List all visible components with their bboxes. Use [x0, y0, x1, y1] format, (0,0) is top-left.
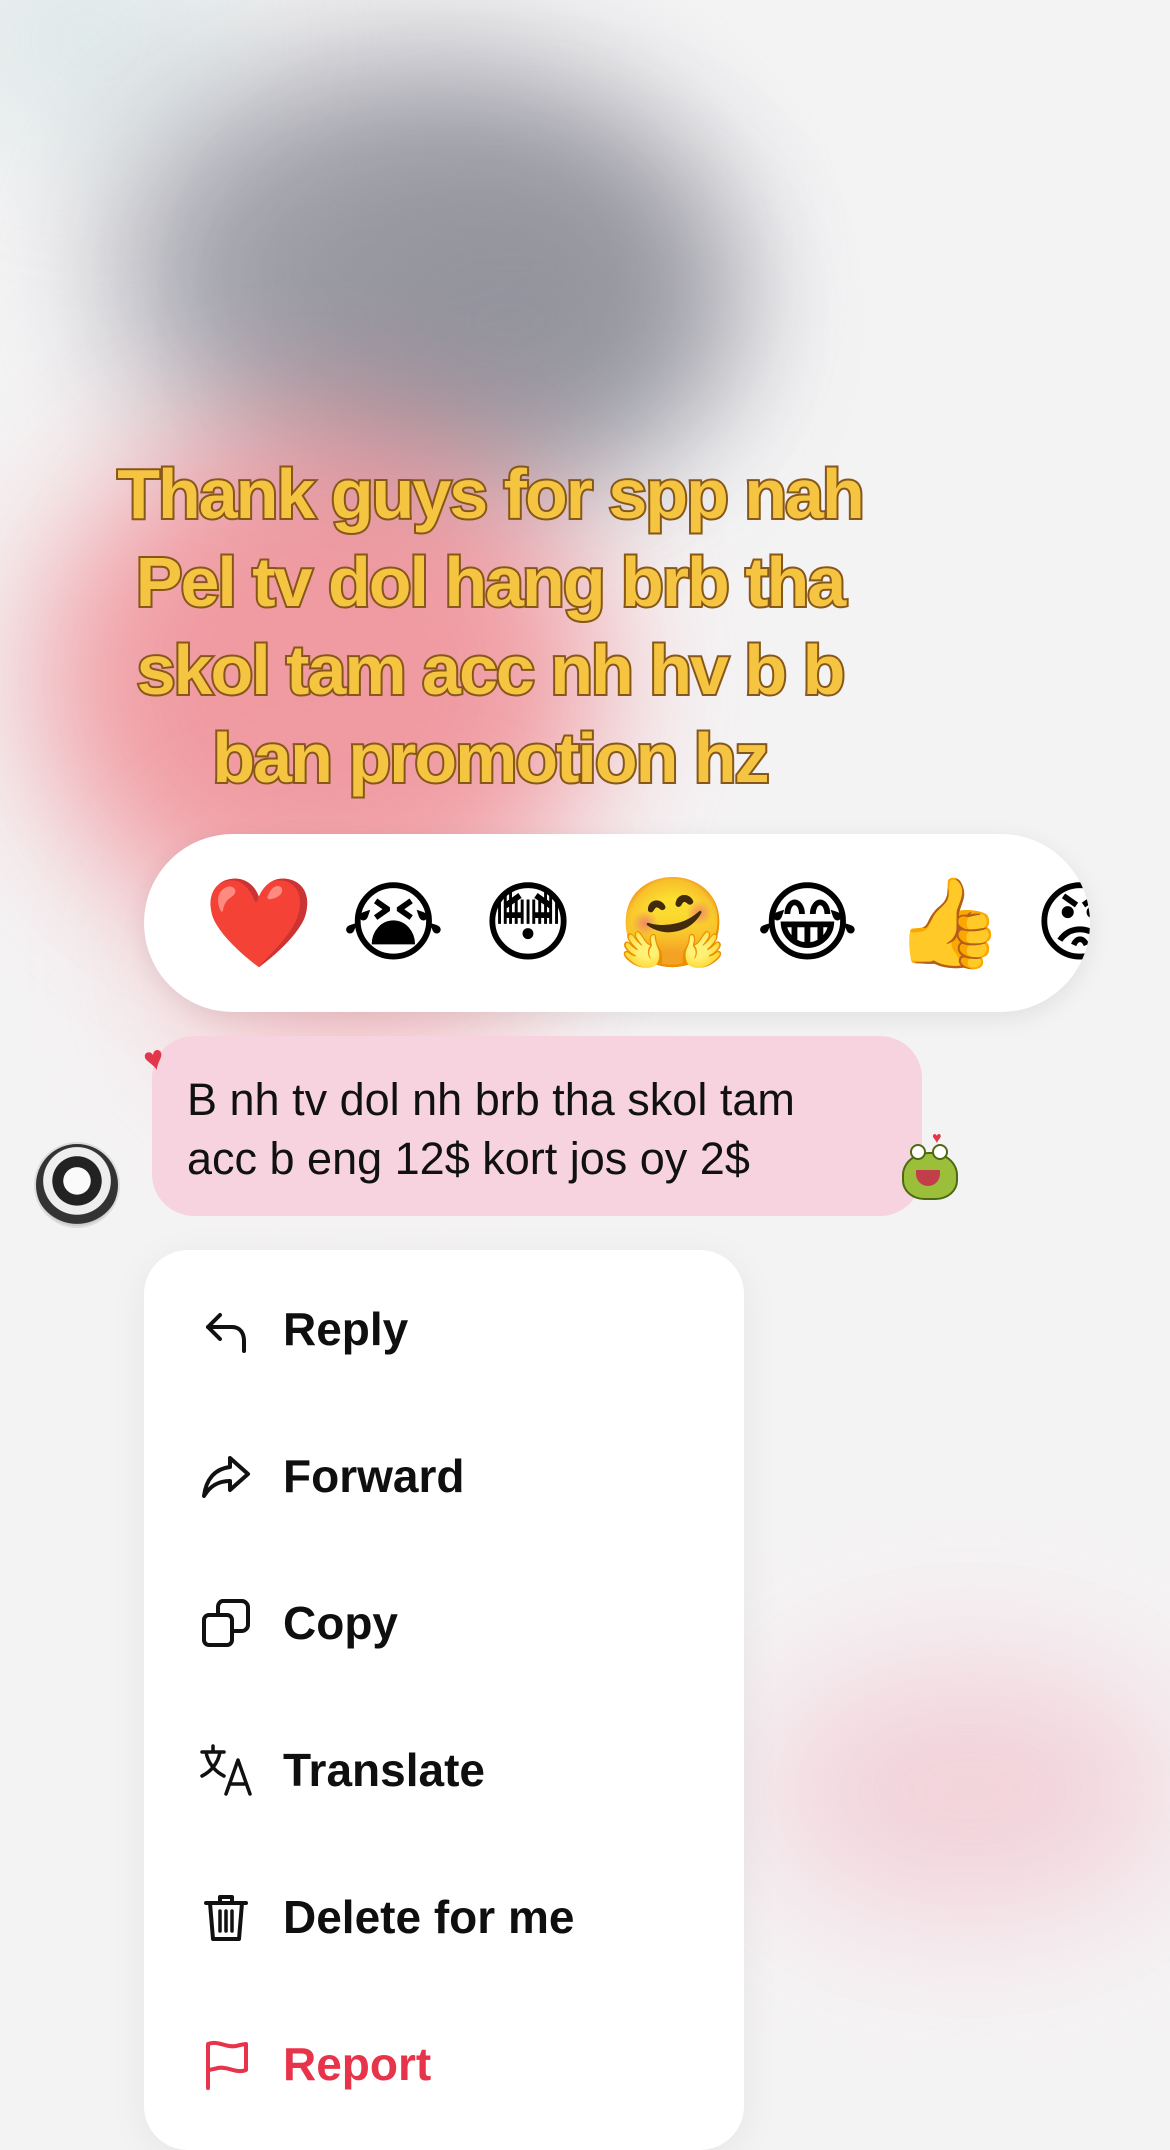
reaction-loudly-crying[interactable]: 😭: [342, 879, 445, 967]
menu-item-label: Copy: [283, 1597, 398, 1649]
menu-item-label: Report: [283, 2038, 432, 2090]
message-bubble[interactable]: B nh tv dol nh brb tha skol tam acc b en…: [152, 1036, 922, 1216]
reply-icon: [198, 1301, 254, 1357]
caption-line: skol tam acc nh hv b b: [135, 629, 848, 711]
caption-line: Thank guys for spp nah: [115, 453, 867, 535]
translate-menu-item[interactable]: Translate: [144, 1715, 744, 1825]
frog-sticker-icon: ♥: [900, 1130, 960, 1200]
report-menu-item[interactable]: Report: [144, 2009, 744, 2119]
reaction-thumbs-up[interactable]: 👍: [894, 879, 1004, 967]
menu-item-label: Forward: [283, 1450, 465, 1502]
caption-line: ban promotion hz: [210, 717, 771, 799]
avatar[interactable]: [34, 1142, 120, 1228]
menu-item-label: Translate: [283, 1744, 485, 1796]
reaction-heart[interactable]: ❤️: [204, 879, 314, 967]
copy-icon: [198, 1595, 254, 1651]
message-line: acc b eng 12$ kort jos oy 2$: [187, 1133, 750, 1184]
reaction-hugging[interactable]: 🤗: [618, 879, 728, 967]
copy-menu-item[interactable]: Copy: [144, 1568, 744, 1678]
caption-line: Pel tv dol hang brb tha: [134, 541, 848, 623]
menu-item-label: Delete for me: [283, 1891, 575, 1943]
reaction-tears-of-joy[interactable]: 😂: [756, 879, 859, 967]
reaction-picker: ❤️ 😭 😳 🤗 😂 👍 😡: [144, 834, 1090, 1012]
reaction-angry[interactable]: 😡: [1032, 879, 1090, 967]
forward-menu-item[interactable]: Forward: [144, 1421, 744, 1531]
heart-reaction-icon: ♥: [139, 1038, 169, 1080]
forward-icon: [198, 1448, 254, 1504]
message-line: B nh tv dol nh brb tha skol tam: [187, 1074, 795, 1125]
message-action-menu: Reply Forward Copy Translate Delete for me Re…: [144, 1250, 744, 2150]
video-caption: Thank guys for spp nah Pel tv dol hang b…: [60, 450, 920, 802]
translate-icon: [198, 1742, 254, 1798]
delete-for-me-menu-item[interactable]: Delete for me: [144, 1862, 744, 1972]
menu-item-label: Reply: [283, 1303, 409, 1355]
flag-icon: [198, 2036, 254, 2092]
reaction-flushed[interactable]: 😳: [480, 879, 576, 967]
trash-icon: [198, 1889, 254, 1945]
reply-menu-item[interactable]: Reply: [144, 1274, 744, 1384]
message-row: B nh tv dol nh brb tha skol tam acc b en…: [0, 1036, 1170, 1228]
